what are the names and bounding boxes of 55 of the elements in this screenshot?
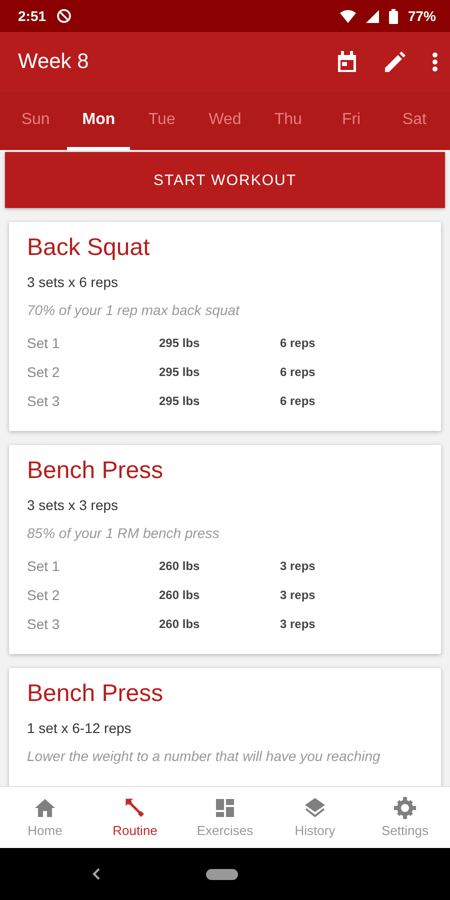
set-weight: 260 lbs (159, 558, 201, 572)
nav-item[interactable]: Home (0, 787, 90, 848)
sets-summary: 1 set x 6-12 reps (27, 720, 132, 736)
blocked-icon (56, 8, 72, 24)
edit-button[interactable] (384, 51, 406, 73)
nav-item[interactable]: Exercises (180, 787, 270, 848)
battery-icon (388, 8, 398, 24)
sets-summary: 3 sets x 3 reps (27, 497, 120, 513)
battery-percent: 77% (408, 8, 436, 24)
more-button[interactable] (432, 52, 438, 72)
nav-item[interactable]: Routine (90, 787, 180, 848)
exercise-title: Back Squat (27, 234, 151, 262)
set-reps: 3 reps (280, 588, 316, 602)
start-workout-button[interactable]: START WORKOUT (5, 152, 445, 208)
day-tab[interactable]: Sat (382, 92, 446, 150)
layers-icon (304, 797, 326, 819)
nav-item[interactable]: History (270, 787, 360, 848)
day-tab[interactable]: Fri (320, 92, 383, 150)
set-reps: 6 reps (280, 364, 316, 378)
home-handle[interactable] (206, 868, 238, 880)
day-tab[interactable]: Tue (130, 92, 194, 150)
sets-summary: 3 sets x 6 reps (27, 274, 120, 290)
app-title: Week 8 (18, 50, 90, 74)
status-time: 2:51 (18, 8, 46, 24)
set-label: Set 1 (27, 334, 61, 350)
set-label: Set 3 (27, 616, 61, 632)
set-label: Set 2 (27, 364, 61, 380)
set-label: Set 3 (27, 392, 61, 408)
set-weight: 295 lbs (159, 364, 201, 378)
set-weight: 295 lbs (159, 336, 201, 350)
nav-item[interactable]: Settings (360, 787, 450, 848)
wifi-icon (340, 10, 356, 22)
set-label: Set 2 (27, 586, 61, 602)
exercise-note: 85% of your 1 RM bench press (27, 525, 220, 541)
set-reps: 6 reps (280, 336, 316, 350)
set-weight: 295 lbs (159, 394, 201, 408)
set-label: Set 1 (27, 558, 61, 574)
set-weight: 260 lbs (159, 588, 201, 602)
day-tab[interactable]: Sun (4, 92, 68, 150)
exercise-title: Bench Press (27, 457, 164, 485)
set-weight: 260 lbs (159, 616, 201, 630)
day-tab[interactable]: Thu (256, 92, 320, 150)
dashboard-icon (214, 797, 236, 819)
exercise-note: 70% of your 1 rep max back squat (27, 302, 241, 318)
set-reps: 3 reps (280, 616, 316, 630)
exercise-note: Lower the weight to a number that will have you reaching (27, 748, 382, 764)
back-icon[interactable] (92, 868, 102, 880)
exercise-title: Bench Press (27, 680, 164, 708)
day-tab[interactable]: Wed (193, 92, 257, 150)
signal-icon (366, 10, 379, 22)
settings-icon (394, 797, 416, 819)
set-reps: 3 reps (280, 558, 316, 572)
home-icon (34, 797, 56, 819)
calendar-button[interactable] (336, 51, 358, 73)
set-reps: 6 reps (280, 394, 316, 408)
